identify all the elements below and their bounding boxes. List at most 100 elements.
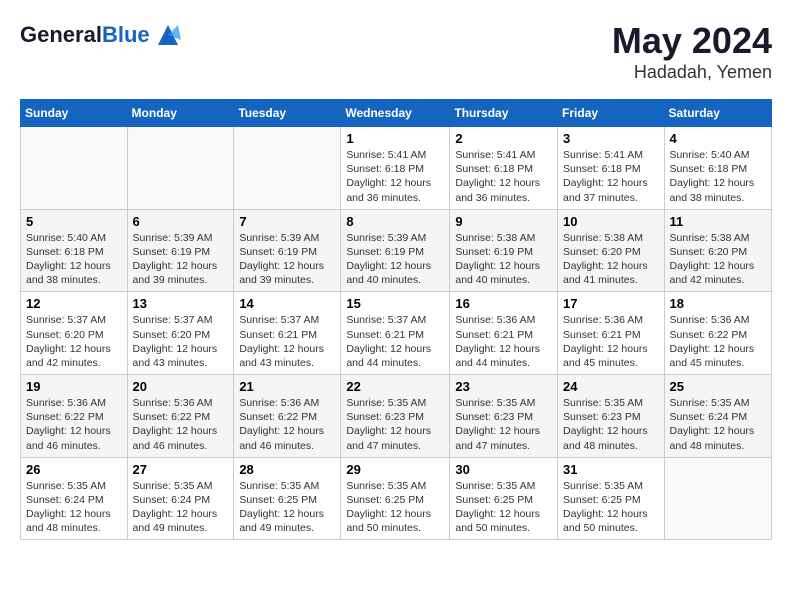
day-info: Sunrise: 5:41 AM Sunset: 6:18 PM Dayligh… bbox=[563, 148, 659, 205]
day-number: 13 bbox=[133, 296, 229, 311]
calendar-day-cell: 29 Sunrise: 5:35 AM Sunset: 6:25 PM Dayli… bbox=[341, 457, 450, 540]
day-number: 9 bbox=[455, 214, 552, 229]
calendar-day-cell: 25 Sunrise: 5:35 AM Sunset: 6:24 PM Dayli… bbox=[664, 375, 771, 458]
day-info: Sunrise: 5:35 AM Sunset: 6:24 PM Dayligh… bbox=[26, 479, 122, 536]
day-number: 8 bbox=[346, 214, 444, 229]
day-info: Sunrise: 5:41 AM Sunset: 6:18 PM Dayligh… bbox=[455, 148, 552, 205]
day-info: Sunrise: 5:39 AM Sunset: 6:19 PM Dayligh… bbox=[346, 231, 444, 288]
calendar-day-cell: 18Sunrise: 5:36 AM Sunset: 6:22 PM Dayli… bbox=[664, 292, 771, 375]
calendar-day-cell: 22Sunrise: 5:35 AM Sunset: 6:23 PM Dayli… bbox=[341, 375, 450, 458]
logo-text: GeneralBlue bbox=[20, 23, 150, 47]
calendar-day-cell: 7 Sunrise: 5:39 AM Sunset: 6:19 PM Daylig… bbox=[234, 209, 341, 292]
calendar-day-cell: 5 Sunrise: 5:40 AM Sunset: 6:18 PM Daylig… bbox=[21, 209, 128, 292]
calendar-header-row: SundayMondayTuesdayWednesdayThursdayFrid… bbox=[21, 100, 772, 127]
day-number: 19 bbox=[26, 379, 122, 394]
calendar-day-cell: 10 Sunrise: 5:38 AM Sunset: 6:20 PM Dayli… bbox=[558, 209, 665, 292]
weekday-header-cell: Sunday bbox=[21, 100, 128, 127]
day-number: 27 bbox=[133, 462, 229, 477]
day-number: 20 bbox=[133, 379, 229, 394]
day-number: 31 bbox=[563, 462, 659, 477]
calendar-day-cell: 23 Sunrise: 5:35 AM Sunset: 6:23 PM Dayli… bbox=[450, 375, 558, 458]
day-number: 15 bbox=[346, 296, 444, 311]
calendar-day-cell: 16 Sunrise: 5:36 AM Sunset: 6:21 PM Dayli… bbox=[450, 292, 558, 375]
calendar-week-row: 19 Sunrise: 5:36 AM Sunset: 6:22 PM Dayli… bbox=[21, 375, 772, 458]
day-info: Sunrise: 5:37 AM Sunset: 6:21 PM Dayligh… bbox=[346, 313, 444, 370]
calendar-day-cell: 8 Sunrise: 5:39 AM Sunset: 6:19 PM Daylig… bbox=[341, 209, 450, 292]
day-info: Sunrise: 5:37 AM Sunset: 6:21 PM Dayligh… bbox=[239, 313, 335, 370]
day-number: 29 bbox=[346, 462, 444, 477]
day-number: 7 bbox=[239, 214, 335, 229]
calendar-day-cell: 17Sunrise: 5:36 AM Sunset: 6:21 PM Dayli… bbox=[558, 292, 665, 375]
day-number: 11 bbox=[670, 214, 766, 229]
day-info: Sunrise: 5:35 AM Sunset: 6:25 PM Dayligh… bbox=[239, 479, 335, 536]
day-number: 4 bbox=[670, 131, 766, 146]
title-block: May 2024 Hadadah, Yemen bbox=[612, 20, 772, 83]
logo-icon bbox=[153, 20, 183, 50]
day-number: 12 bbox=[26, 296, 122, 311]
day-info: Sunrise: 5:39 AM Sunset: 6:19 PM Dayligh… bbox=[133, 231, 229, 288]
page-header: GeneralBlue May 2024 Hadadah, Yemen bbox=[20, 20, 772, 83]
day-info: Sunrise: 5:36 AM Sunset: 6:22 PM Dayligh… bbox=[239, 396, 335, 453]
calendar-day-cell: 4Sunrise: 5:40 AM Sunset: 6:18 PM Daylig… bbox=[664, 127, 771, 210]
calendar-day-cell: 14 Sunrise: 5:37 AM Sunset: 6:21 PM Dayli… bbox=[234, 292, 341, 375]
day-number: 18 bbox=[670, 296, 766, 311]
calendar-body: 1Sunrise: 5:41 AM Sunset: 6:18 PM Daylig… bbox=[21, 127, 772, 540]
day-number: 24 bbox=[563, 379, 659, 394]
calendar-week-row: 5 Sunrise: 5:40 AM Sunset: 6:18 PM Daylig… bbox=[21, 209, 772, 292]
calendar-day-cell: 11Sunrise: 5:38 AM Sunset: 6:20 PM Dayli… bbox=[664, 209, 771, 292]
logo: GeneralBlue bbox=[20, 20, 183, 50]
day-info: Sunrise: 5:37 AM Sunset: 6:20 PM Dayligh… bbox=[26, 313, 122, 370]
day-number: 30 bbox=[455, 462, 552, 477]
day-info: Sunrise: 5:36 AM Sunset: 6:21 PM Dayligh… bbox=[455, 313, 552, 370]
weekday-header-cell: Monday bbox=[127, 100, 234, 127]
calendar-week-row: 1Sunrise: 5:41 AM Sunset: 6:18 PM Daylig… bbox=[21, 127, 772, 210]
day-info: Sunrise: 5:35 AM Sunset: 6:24 PM Dayligh… bbox=[670, 396, 766, 453]
day-info: Sunrise: 5:35 AM Sunset: 6:23 PM Dayligh… bbox=[346, 396, 444, 453]
day-info: Sunrise: 5:36 AM Sunset: 6:22 PM Dayligh… bbox=[26, 396, 122, 453]
calendar-day-cell: 31Sunrise: 5:35 AM Sunset: 6:25 PM Dayli… bbox=[558, 457, 665, 540]
day-number: 21 bbox=[239, 379, 335, 394]
calendar-day-cell bbox=[21, 127, 128, 210]
calendar-day-cell: 1Sunrise: 5:41 AM Sunset: 6:18 PM Daylig… bbox=[341, 127, 450, 210]
calendar-day-cell: 15 Sunrise: 5:37 AM Sunset: 6:21 PM Dayli… bbox=[341, 292, 450, 375]
calendar-day-cell: 28 Sunrise: 5:35 AM Sunset: 6:25 PM Dayli… bbox=[234, 457, 341, 540]
day-number: 14 bbox=[239, 296, 335, 311]
day-number: 26 bbox=[26, 462, 122, 477]
weekday-header-cell: Wednesday bbox=[341, 100, 450, 127]
day-info: Sunrise: 5:35 AM Sunset: 6:25 PM Dayligh… bbox=[455, 479, 552, 536]
day-info: Sunrise: 5:40 AM Sunset: 6:18 PM Dayligh… bbox=[26, 231, 122, 288]
day-info: Sunrise: 5:38 AM Sunset: 6:20 PM Dayligh… bbox=[563, 231, 659, 288]
day-number: 6 bbox=[133, 214, 229, 229]
day-info: Sunrise: 5:35 AM Sunset: 6:23 PM Dayligh… bbox=[563, 396, 659, 453]
calendar-week-row: 12 Sunrise: 5:37 AM Sunset: 6:20 PM Dayli… bbox=[21, 292, 772, 375]
calendar-day-cell: 12 Sunrise: 5:37 AM Sunset: 6:20 PM Dayli… bbox=[21, 292, 128, 375]
weekday-header-cell: Thursday bbox=[450, 100, 558, 127]
day-number: 3 bbox=[563, 131, 659, 146]
calendar-day-cell bbox=[234, 127, 341, 210]
day-info: Sunrise: 5:35 AM Sunset: 6:24 PM Dayligh… bbox=[133, 479, 229, 536]
calendar-day-cell: 13 Sunrise: 5:37 AM Sunset: 6:20 PM Dayli… bbox=[127, 292, 234, 375]
day-info: Sunrise: 5:35 AM Sunset: 6:25 PM Dayligh… bbox=[346, 479, 444, 536]
day-info: Sunrise: 5:39 AM Sunset: 6:19 PM Dayligh… bbox=[239, 231, 335, 288]
calendar-day-cell: 24 Sunrise: 5:35 AM Sunset: 6:23 PM Dayli… bbox=[558, 375, 665, 458]
calendar-day-cell: 19 Sunrise: 5:36 AM Sunset: 6:22 PM Dayli… bbox=[21, 375, 128, 458]
day-number: 17 bbox=[563, 296, 659, 311]
calendar-day-cell: 27 Sunrise: 5:35 AM Sunset: 6:24 PM Dayli… bbox=[127, 457, 234, 540]
day-info: Sunrise: 5:41 AM Sunset: 6:18 PM Dayligh… bbox=[346, 148, 444, 205]
calendar-day-cell: 30 Sunrise: 5:35 AM Sunset: 6:25 PM Dayli… bbox=[450, 457, 558, 540]
calendar-table: SundayMondayTuesdayWednesdayThursdayFrid… bbox=[20, 99, 772, 540]
day-info: Sunrise: 5:37 AM Sunset: 6:20 PM Dayligh… bbox=[133, 313, 229, 370]
day-number: 5 bbox=[26, 214, 122, 229]
day-number: 25 bbox=[670, 379, 766, 394]
day-info: Sunrise: 5:35 AM Sunset: 6:23 PM Dayligh… bbox=[455, 396, 552, 453]
calendar-day-cell bbox=[127, 127, 234, 210]
calendar-day-cell: 20 Sunrise: 5:36 AM Sunset: 6:22 PM Dayli… bbox=[127, 375, 234, 458]
location: Hadadah, Yemen bbox=[612, 62, 772, 83]
day-number: 16 bbox=[455, 296, 552, 311]
day-info: Sunrise: 5:36 AM Sunset: 6:22 PM Dayligh… bbox=[133, 396, 229, 453]
day-number: 10 bbox=[563, 214, 659, 229]
calendar-day-cell: 2 Sunrise: 5:41 AM Sunset: 6:18 PM Daylig… bbox=[450, 127, 558, 210]
day-number: 28 bbox=[239, 462, 335, 477]
day-number: 2 bbox=[455, 131, 552, 146]
day-number: 23 bbox=[455, 379, 552, 394]
